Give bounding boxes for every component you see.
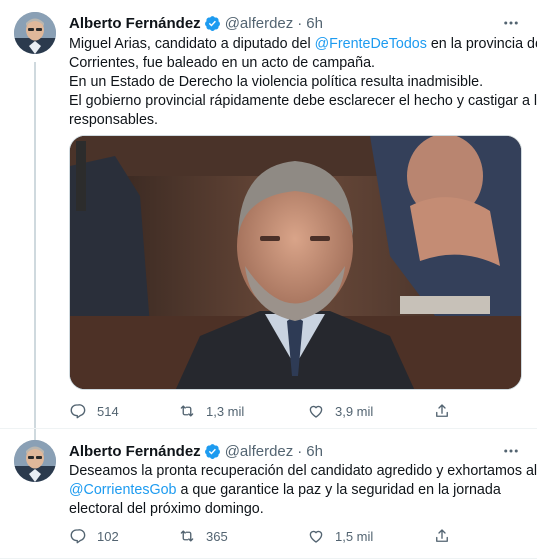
timestamp[interactable]: 6h [306, 15, 323, 32]
tweet-text-line: responsables. [69, 112, 159, 128]
tweet-text-line: Miguel Arias, candidato a diputado del @… [69, 35, 537, 54]
share-button[interactable] [433, 401, 451, 421]
tweet-text-line: @CorrientesGob a que garantice la paz y … [69, 481, 523, 500]
tweet-header: Alberto Fernández @alferdez · 6h [69, 13, 537, 33]
retweet-icon [180, 405, 194, 417]
mention-link[interactable]: @FrenteDeTodos [315, 36, 427, 52]
author-handle[interactable]: @alferdez [225, 15, 294, 32]
text-segment: Miguel Arias, candidato a diputado del [69, 36, 315, 52]
reply-button[interactable]: 102 [69, 526, 119, 546]
avatar-image [14, 12, 56, 54]
avatar[interactable] [14, 440, 56, 482]
tweet-text-line: Deseamos la pronta recuperación del cand… [69, 463, 537, 479]
verified-badge-icon [204, 443, 221, 460]
tweet[interactable]: Alberto Fernández @alferdez · 6h Deseamo… [0, 428, 537, 559]
separator-dot: · [297, 442, 303, 460]
tweet-header: Alberto Fernández @alferdez · 6h [69, 441, 537, 461]
reply-icon [70, 404, 86, 419]
text-segment: en la provincia de [426, 36, 537, 52]
reply-count: 514 [97, 403, 119, 419]
retweet-count: 1,3 mil [206, 403, 245, 419]
timestamp[interactable]: 6h [306, 443, 323, 460]
reply-button[interactable]: 514 [69, 401, 119, 421]
tweet-actions: 102 365 1,5 mil [69, 526, 537, 546]
share-icon [436, 404, 448, 417]
verified-badge-icon [204, 15, 221, 32]
text-segment: a que garantice la paz y la seguridad en… [176, 482, 501, 498]
like-button[interactable]: 3,9 mil [307, 401, 373, 421]
retweet-icon [180, 530, 194, 542]
tweet[interactable]: Alberto Fernández @alferdez · 6h Miguel … [0, 0, 537, 440]
share-button[interactable] [433, 526, 451, 546]
tweet-text-line: Corrientes, fue baleado en un acto de ca… [69, 55, 376, 71]
reply-icon [70, 529, 86, 544]
photo-image [70, 136, 521, 389]
tweet-text: Miguel Arias, candidato a diputado del @… [69, 35, 537, 130]
avatar-image [14, 440, 56, 482]
tweet-text: Deseamos la pronta recuperación del cand… [69, 462, 537, 519]
author-name[interactable]: Alberto Fernández [69, 15, 201, 32]
retweet-button[interactable]: 365 [178, 526, 228, 546]
more-options-icon[interactable] [501, 441, 521, 461]
like-button[interactable]: 1,5 mil [307, 526, 373, 546]
mention-link[interactable]: @CorrientesGob [69, 482, 177, 498]
retweet-count: 365 [206, 528, 228, 544]
like-count: 3,9 mil [335, 403, 374, 419]
share-icon [436, 529, 448, 542]
author-handle[interactable]: @alferdez [225, 443, 294, 460]
tweet-text-line: El gobierno provincial rápidamente debe … [69, 93, 537, 109]
tweet-text-line: En un Estado de Derecho la violencia pol… [69, 74, 484, 90]
tweet-text-line: electoral del próximo domingo. [69, 501, 264, 517]
avatar[interactable] [14, 12, 56, 54]
tweet-photo[interactable] [69, 135, 522, 390]
author-name[interactable]: Alberto Fernández [69, 443, 201, 460]
thread-connector-line [34, 62, 36, 440]
retweet-button[interactable]: 1,3 mil [178, 401, 244, 421]
like-icon [309, 530, 323, 543]
more-options-icon[interactable] [501, 13, 521, 33]
reply-count: 102 [97, 528, 119, 544]
like-icon [309, 405, 323, 418]
separator-dot: · [297, 14, 303, 32]
tweet-actions: 514 1,3 mil 3,9 mil [69, 401, 537, 421]
like-count: 1,5 mil [335, 528, 374, 544]
